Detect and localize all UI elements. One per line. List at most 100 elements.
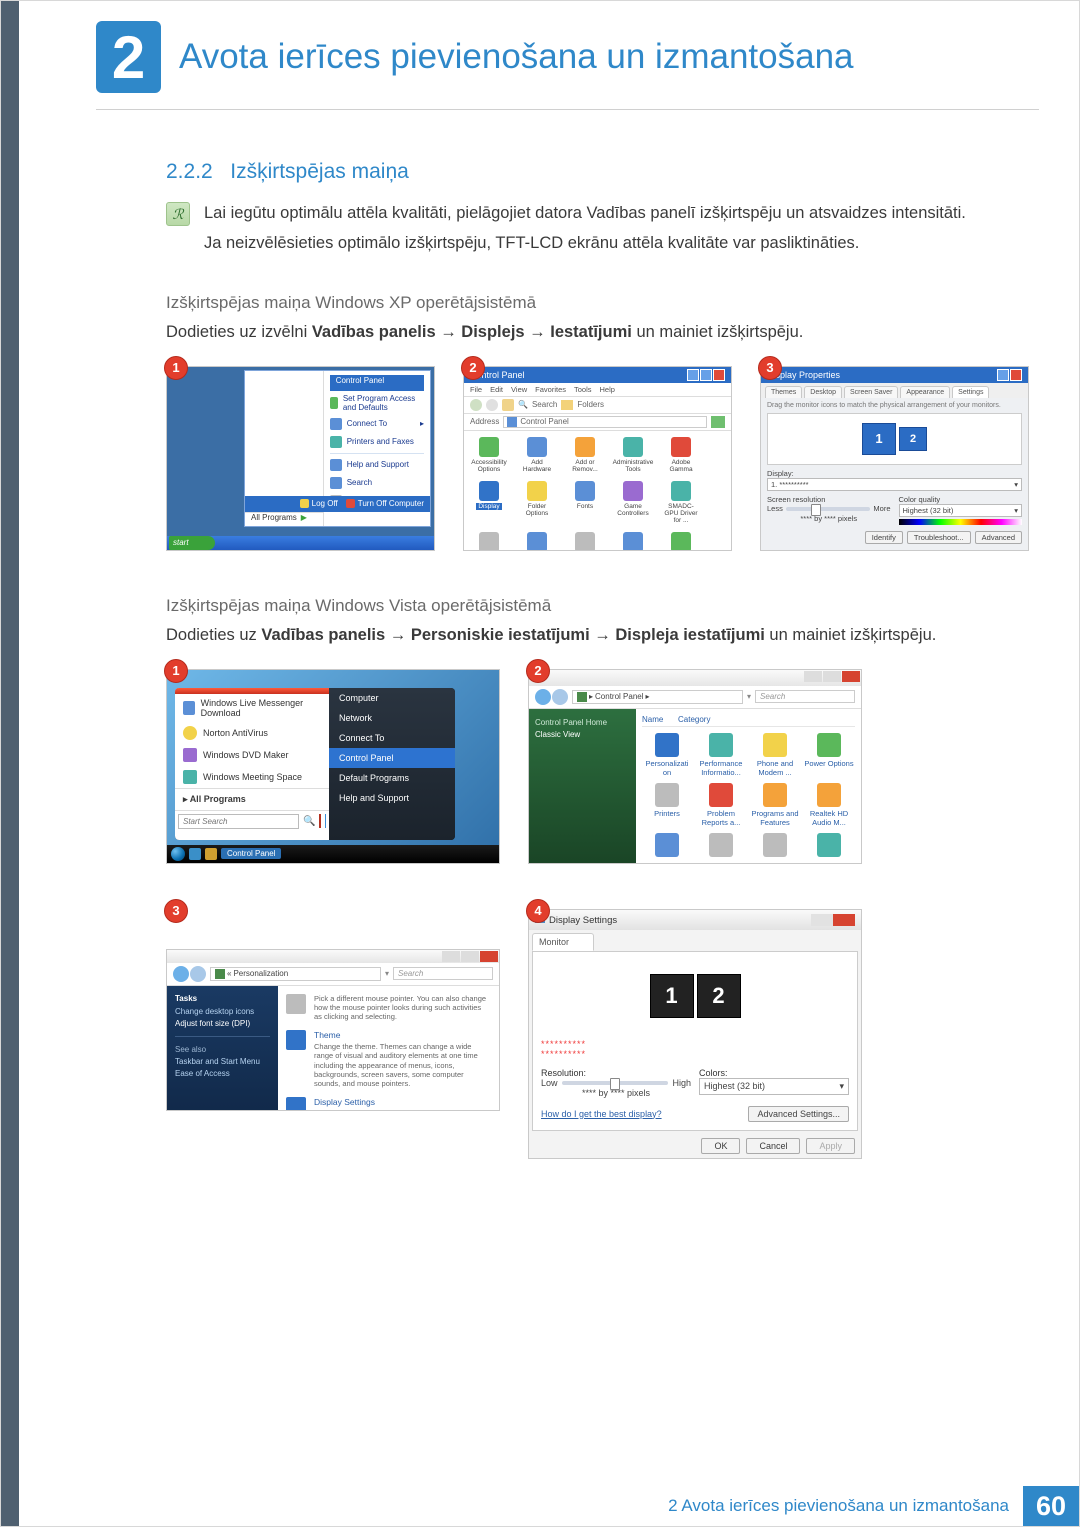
start-button[interactable]: start bbox=[169, 536, 215, 550]
apply-button[interactable]: Apply bbox=[806, 1138, 855, 1154]
colors-dropdown[interactable]: Highest (32 bit) bbox=[704, 1081, 765, 1092]
cp-item[interactable] bbox=[696, 833, 746, 857]
wmp-icon[interactable] bbox=[205, 848, 217, 860]
col-name[interactable]: Name bbox=[642, 715, 678, 724]
cancel-button[interactable]: Cancel bbox=[948, 550, 985, 551]
min-icon[interactable] bbox=[687, 369, 699, 381]
fwd-icon[interactable] bbox=[486, 399, 498, 411]
cp-item[interactable]: Mouse bbox=[566, 532, 604, 551]
back-icon[interactable] bbox=[470, 399, 482, 411]
max-icon[interactable] bbox=[461, 951, 479, 962]
tab-themes[interactable]: Themes bbox=[765, 386, 802, 398]
tab-strip[interactable]: Themes Desktop Screen Saver Appearance S… bbox=[761, 383, 1028, 398]
back-icon[interactable] bbox=[535, 689, 551, 705]
menu-item[interactable]: Help and Support bbox=[330, 456, 424, 474]
col-category[interactable]: Category bbox=[678, 715, 710, 724]
tab-desktop[interactable]: Desktop bbox=[804, 386, 842, 398]
resolution-slider[interactable] bbox=[562, 1081, 669, 1085]
close-icon[interactable] bbox=[833, 914, 855, 926]
breadcrumb[interactable]: « Personalization bbox=[210, 967, 381, 981]
app-item[interactable]: Norton AntiVirus bbox=[175, 722, 329, 744]
monitor-1-icon[interactable]: 1 bbox=[650, 974, 694, 1018]
search-label[interactable]: Search bbox=[532, 400, 557, 409]
cancel-button[interactable]: Cancel bbox=[746, 1138, 800, 1154]
side-home-link[interactable]: Control Panel Home bbox=[535, 718, 630, 727]
task-link[interactable]: Change desktop icons bbox=[175, 1007, 270, 1016]
turnoff-button[interactable]: Turn Off Computer bbox=[346, 499, 424, 508]
tab-appearance[interactable]: Appearance bbox=[900, 386, 950, 398]
app-item[interactable]: Windows Meeting Space bbox=[175, 766, 329, 788]
chevron-down-icon[interactable]: ▾ bbox=[839, 1081, 844, 1092]
fwd-icon[interactable] bbox=[552, 689, 568, 705]
cp-item[interactable]: Realtek HD Audio M... bbox=[804, 783, 854, 827]
tab-settings[interactable]: Settings bbox=[952, 386, 989, 398]
cp-item[interactable]: Network Connections bbox=[614, 532, 652, 551]
search-icon[interactable]: 🔍 bbox=[518, 400, 528, 409]
close-icon[interactable] bbox=[713, 369, 725, 381]
task-link[interactable]: Adjust font size (DPI) bbox=[175, 1019, 270, 1028]
help-icon[interactable] bbox=[997, 369, 1009, 381]
menu-item[interactable]: Search bbox=[330, 474, 424, 492]
tab-screensaver[interactable]: Screen Saver bbox=[844, 386, 898, 398]
monitor-arrange-area[interactable]: 1 2 bbox=[767, 413, 1022, 465]
right-item[interactable]: Default Programs bbox=[329, 768, 455, 788]
cp-item[interactable]: Accessibility Options bbox=[470, 437, 508, 473]
menu-item[interactable]: Printers and Faxes bbox=[330, 433, 424, 451]
monitor-2-icon[interactable]: 2 bbox=[899, 427, 927, 451]
resolution-slider[interactable] bbox=[786, 507, 871, 511]
see-link[interactable]: Ease of Access bbox=[175, 1069, 270, 1078]
menu-item[interactable]: Set Program Access and Defaults bbox=[330, 391, 424, 415]
lock-icon[interactable] bbox=[325, 814, 326, 828]
cp-item[interactable]: Mail bbox=[518, 532, 556, 551]
breadcrumb[interactable]: ▸ Control Panel ▸ bbox=[572, 690, 743, 704]
taskbar[interactable]: Control Panel bbox=[167, 845, 500, 863]
cp-item[interactable]: Fonts bbox=[566, 481, 604, 524]
advanced-settings-button[interactable]: Advanced Settings... bbox=[748, 1106, 849, 1122]
monitor-1-icon[interactable]: 1 bbox=[862, 423, 896, 455]
apply-button[interactable]: Apply bbox=[989, 550, 1022, 551]
ok-button[interactable]: OK bbox=[701, 1138, 740, 1154]
cp-item[interactable]: Keyboard bbox=[470, 532, 508, 551]
control-panel-banner[interactable]: Control Panel bbox=[330, 375, 424, 391]
power-icon[interactable] bbox=[319, 814, 320, 828]
cp-item[interactable]: Power Options bbox=[804, 733, 854, 777]
cp-item-display[interactable]: Display bbox=[470, 481, 508, 524]
task-item[interactable]: Control Panel bbox=[221, 848, 281, 859]
cp-item[interactable]: Programs and Features bbox=[750, 783, 800, 827]
cp-item[interactable]: Add or Remov... bbox=[566, 437, 604, 473]
right-item[interactable]: Network bbox=[329, 708, 455, 728]
advanced-button[interactable]: Advanced bbox=[975, 531, 1022, 544]
cp-item[interactable]: Performance Informatio... bbox=[696, 733, 746, 777]
start-orb-icon[interactable] bbox=[171, 847, 185, 861]
item-title[interactable]: Theme bbox=[314, 1030, 491, 1040]
cp-item[interactable] bbox=[750, 833, 800, 857]
logoff-button[interactable]: Log Off bbox=[300, 499, 338, 508]
folders-label[interactable]: Folders bbox=[577, 400, 604, 409]
troubleshoot-button[interactable]: Troubleshoot... bbox=[907, 531, 971, 544]
see-link[interactable]: Taskbar and Start Menu bbox=[175, 1057, 270, 1066]
help-link[interactable]: How do I get the best display? bbox=[541, 1109, 662, 1119]
display-dropdown[interactable]: 1. ********** bbox=[771, 480, 809, 489]
min-icon[interactable] bbox=[442, 951, 460, 962]
cp-item[interactable]: Phone and Modem ... bbox=[750, 733, 800, 777]
search-input[interactable]: Search bbox=[755, 690, 855, 703]
cp-item[interactable]: Personalizati on bbox=[642, 733, 692, 777]
chevron-down-icon[interactable]: ▾ bbox=[1014, 480, 1018, 489]
fwd-icon[interactable] bbox=[190, 966, 206, 982]
cp-item[interactable]: SMADC-GPU Driver for ... bbox=[662, 481, 700, 524]
close-icon[interactable] bbox=[480, 951, 498, 962]
quality-dropdown[interactable]: Highest (32 bit) bbox=[903, 506, 954, 515]
cp-item[interactable]: Add Hardware bbox=[518, 437, 556, 473]
search-input[interactable]: Search bbox=[393, 967, 493, 980]
max-icon[interactable] bbox=[700, 369, 712, 381]
close-icon[interactable] bbox=[1010, 369, 1022, 381]
close-icon[interactable] bbox=[842, 671, 860, 682]
menu-item[interactable]: Connect To▸ bbox=[330, 415, 424, 433]
right-item[interactable]: Computer bbox=[329, 688, 455, 708]
app-item[interactable]: Windows Live Messenger Download bbox=[175, 694, 329, 722]
item-title-display-settings[interactable]: Display Settings bbox=[314, 1097, 491, 1107]
monitor-2-icon[interactable]: 2 bbox=[697, 974, 741, 1018]
cp-item[interactable]: Game Controllers bbox=[614, 481, 652, 524]
right-item[interactable]: Help and Support bbox=[329, 788, 455, 808]
monitor-arrange-area[interactable]: 1 2 bbox=[541, 960, 849, 1032]
